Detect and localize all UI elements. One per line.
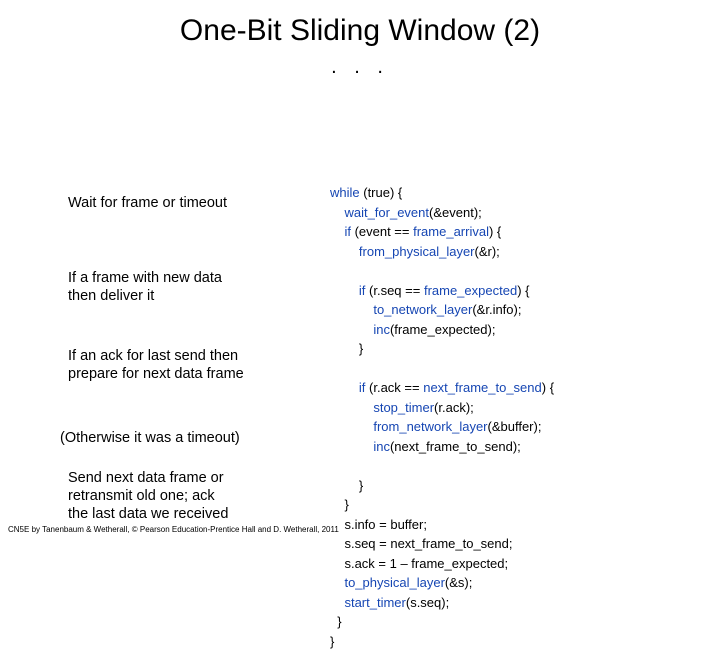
fn-from-physical-layer: from_physical_layer bbox=[359, 244, 475, 259]
var-next-frame-to-send: next_frame_to_send bbox=[423, 380, 542, 395]
code-text: } bbox=[344, 497, 348, 512]
code-text: (r.ack); bbox=[434, 400, 474, 415]
fn-to-network-layer: to_network_layer bbox=[373, 302, 472, 317]
explain-send-1: Send next data frame or bbox=[68, 469, 288, 487]
slide-title: One-Bit Sliding Window (2) bbox=[0, 0, 720, 48]
code-text: } bbox=[337, 614, 341, 629]
fn-inc: inc bbox=[373, 322, 390, 337]
code-text: ) { bbox=[517, 283, 529, 298]
fn-from-network-layer: from_network_layer bbox=[373, 419, 487, 434]
code-text: (r.ack == bbox=[365, 380, 423, 395]
var-frame-expected: frame_expected bbox=[424, 283, 517, 298]
explain-ack-1: If an ack for last send then bbox=[68, 347, 288, 365]
explain-send-2: retransmit old one; ack bbox=[68, 487, 288, 505]
explain-deliver-1: If a frame with new data bbox=[68, 269, 288, 287]
code-text: (s.seq); bbox=[406, 595, 449, 610]
continuation-ellipsis: . . . bbox=[0, 56, 720, 79]
code-text: (&r.info); bbox=[472, 302, 521, 317]
explain-ack-2: prepare for next data frame bbox=[68, 365, 288, 383]
code-text: ) { bbox=[489, 224, 501, 239]
fn-to-physical-layer: to_physical_layer bbox=[344, 575, 444, 590]
code-text: (r.seq == bbox=[365, 283, 424, 298]
code-text: (&buffer); bbox=[488, 419, 542, 434]
fn-inc: inc bbox=[373, 439, 390, 454]
code-text: (true) { bbox=[360, 185, 403, 200]
code-text: (&s); bbox=[445, 575, 472, 590]
slide: One-Bit Sliding Window (2) . . . Wait fo… bbox=[0, 0, 720, 540]
fn-wait-for-event: wait_for_event bbox=[344, 205, 429, 220]
code-text: (frame_expected); bbox=[390, 322, 496, 337]
code-text: (event == bbox=[351, 224, 413, 239]
kw-while: while bbox=[330, 185, 360, 200]
code-text: s.info = buffer; bbox=[344, 517, 427, 532]
code-block: while (true) { wait_for_event(&event); i… bbox=[330, 183, 554, 651]
fn-stop-timer: stop_timer bbox=[373, 400, 434, 415]
code-text: } bbox=[359, 341, 363, 356]
code-text: } bbox=[359, 478, 363, 493]
code-text: (next_frame_to_send); bbox=[390, 439, 521, 454]
code-text: s.seq = next_frame_to_send; bbox=[344, 536, 512, 551]
explain-timeout: (Otherwise it was a timeout) bbox=[60, 429, 280, 447]
code-text: } bbox=[330, 634, 334, 649]
code-text: (&r); bbox=[475, 244, 500, 259]
fn-start-timer: start_timer bbox=[344, 595, 405, 610]
const-frame-arrival: frame_arrival bbox=[413, 224, 489, 239]
code-text: ) { bbox=[542, 380, 554, 395]
explain-wait: Wait for frame or timeout bbox=[68, 194, 288, 212]
copyright-footer: CN5E by Tanenbaum & Wetherall, © Pearson… bbox=[8, 525, 339, 534]
explain-deliver-2: then deliver it bbox=[68, 287, 288, 305]
code-text: s.ack = 1 – frame_expected; bbox=[344, 556, 508, 571]
explain-send-3: the last data we received bbox=[68, 505, 288, 523]
code-text: (&event); bbox=[429, 205, 482, 220]
